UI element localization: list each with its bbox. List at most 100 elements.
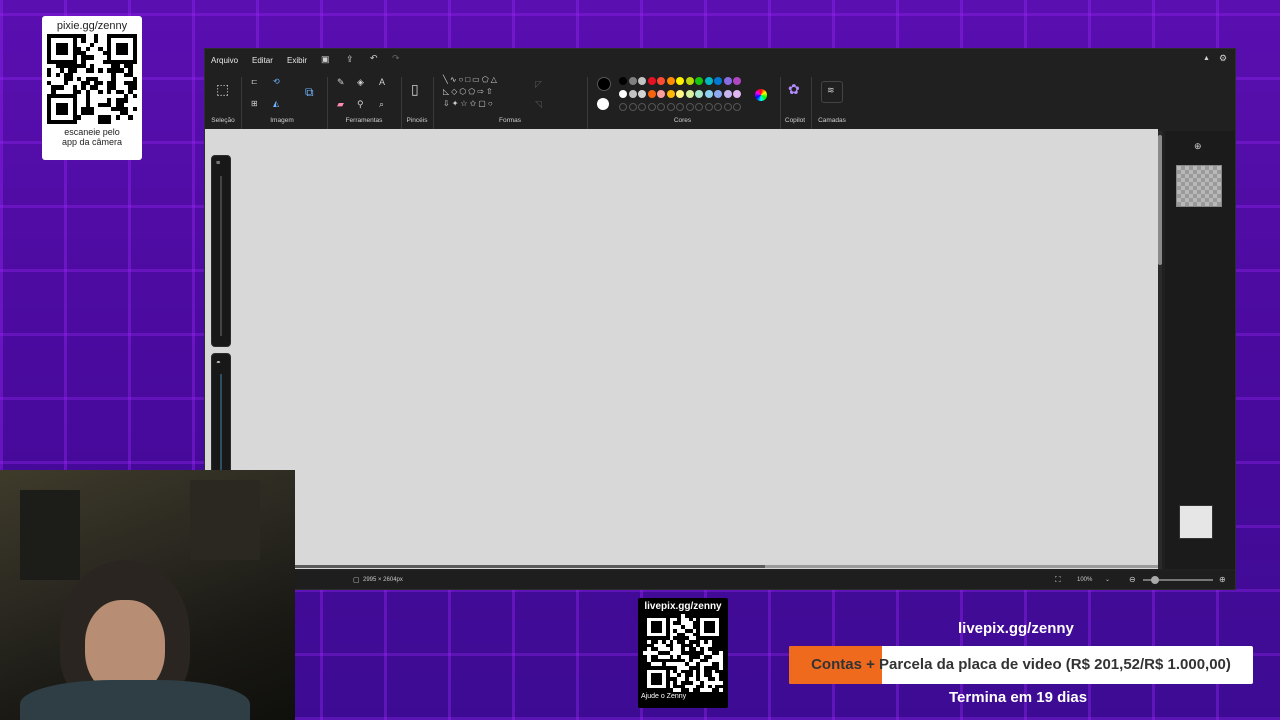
shapes-row1-icon[interactable]: ╲∿○□▭⬠△ xyxy=(443,75,499,84)
eraser-icon[interactable]: ▰ xyxy=(337,99,344,110)
color-swatch[interactable] xyxy=(666,103,675,111)
undo-icon[interactable]: ↶ xyxy=(370,53,378,64)
layers-button[interactable]: ≋ xyxy=(821,81,843,103)
drawing-canvas[interactable] xyxy=(205,129,1158,569)
webcam-background-object xyxy=(190,480,260,560)
color-swatch[interactable] xyxy=(714,90,722,98)
status-bar: ▢ 2995 × 2604px ⛶ 100% ⌄ ⊖ ⊕ xyxy=(205,571,1235,589)
image-select-icon[interactable]: ⧉ xyxy=(305,85,314,100)
zoom-in-icon[interactable]: ⊕ xyxy=(1219,575,1226,584)
divider xyxy=(327,77,328,133)
color-swatch[interactable] xyxy=(714,103,722,111)
webcam-feed xyxy=(0,470,295,720)
fill-icon[interactable]: ◈ xyxy=(357,77,364,88)
color-swatch[interactable] xyxy=(704,103,713,111)
opacity-slider[interactable]: ◓ xyxy=(211,353,231,475)
qr-caption: escaneie pelo app da câmera xyxy=(42,127,142,147)
zoom-slider-thumb[interactable] xyxy=(1151,576,1159,584)
color-swatch[interactable] xyxy=(657,77,665,85)
brush-icon[interactable]: ▯ xyxy=(411,81,419,98)
color-swatch[interactable] xyxy=(657,90,665,98)
color-swatch[interactable] xyxy=(733,77,741,85)
color-swatch[interactable] xyxy=(714,77,722,85)
qr-card-bottom: livepix.gg/zenny Ajude o Zenny xyxy=(638,598,728,708)
color-swatch[interactable] xyxy=(676,77,684,85)
zoom-slider[interactable] xyxy=(1143,576,1213,584)
copilot-icon[interactable]: ✿ xyxy=(788,81,800,98)
divider xyxy=(401,77,402,133)
color-swatch[interactable] xyxy=(647,103,656,111)
settings-icon[interactable]: ⚙ xyxy=(1219,53,1227,64)
color-swatch[interactable] xyxy=(619,103,627,111)
color-swatch[interactable] xyxy=(666,77,675,85)
color-swatch[interactable] xyxy=(619,77,627,85)
shapes-row3-icon[interactable]: ⇩✦☆✩▢○ xyxy=(443,99,495,108)
crop-icon[interactable]: ⊏ xyxy=(251,77,258,86)
pencil-icon[interactable]: ✎ xyxy=(337,77,345,88)
color-swatch[interactable] xyxy=(685,90,694,98)
color-swatch[interactable] xyxy=(619,90,627,98)
color-picker-icon[interactable]: ⚲ xyxy=(357,99,364,110)
flip-icon[interactable]: ◭ xyxy=(273,99,279,108)
color-swatch[interactable] xyxy=(695,90,703,98)
color-swatch[interactable] xyxy=(638,77,646,85)
color-swatch[interactable] xyxy=(638,103,646,111)
zoom-dropdown-icon[interactable]: ⌄ xyxy=(1105,576,1110,583)
color-swatch[interactable] xyxy=(723,77,732,85)
menu-exibir[interactable]: Exibir xyxy=(287,56,307,65)
magnifier-icon[interactable]: ⌕ xyxy=(379,99,384,110)
color-swatch[interactable] xyxy=(647,90,656,98)
outline-icon[interactable]: ◸ xyxy=(535,79,542,90)
account-icon[interactable]: ▲ xyxy=(1203,55,1210,62)
canvas-dimensions: 2995 × 2604px xyxy=(363,577,403,583)
color-swatch[interactable] xyxy=(733,90,741,98)
color-swatch[interactable] xyxy=(628,90,637,98)
color-swatch[interactable] xyxy=(685,103,694,111)
color-swatch[interactable] xyxy=(723,90,732,98)
color-swatch[interactable] xyxy=(628,103,637,111)
group-label-copilot: Copilot xyxy=(784,117,806,124)
color-swatch[interactable] xyxy=(676,103,684,111)
color-swatch[interactable] xyxy=(657,103,665,111)
add-layer-icon[interactable]: ⊕ xyxy=(1194,141,1202,152)
zoom-level[interactable]: 100% xyxy=(1077,577,1092,583)
color-swatch[interactable] xyxy=(647,77,656,85)
divider xyxy=(241,77,242,133)
qr-code xyxy=(47,34,137,124)
rotate-icon[interactable]: ⟲ xyxy=(273,77,280,86)
primary-color[interactable] xyxy=(597,77,611,91)
resize-icon[interactable]: ⊞ xyxy=(251,99,258,108)
selection-icon[interactable]: ⬚ xyxy=(216,81,229,98)
save-icon[interactable]: ▣ xyxy=(321,54,330,65)
horizontal-scrollbar[interactable] xyxy=(295,565,1158,568)
fit-to-window-icon[interactable]: ⛶ xyxy=(1055,575,1061,585)
color-swatch[interactable] xyxy=(628,77,637,85)
redo-icon[interactable]: ↷ xyxy=(392,53,400,64)
horizontal-scroll-thumb[interactable] xyxy=(295,565,765,568)
brush-size-slider[interactable]: ≡ xyxy=(211,155,231,347)
color-swatch[interactable] xyxy=(704,90,713,98)
color-swatch[interactable] xyxy=(723,103,732,111)
layer-thumbnail[interactable] xyxy=(1176,165,1222,207)
shape-fill-icon[interactable]: ◹ xyxy=(535,99,542,110)
color-swatch[interactable] xyxy=(666,90,675,98)
background-layer-thumbnail[interactable] xyxy=(1179,505,1213,539)
text-icon[interactable]: A xyxy=(379,77,385,87)
menu-arquivo[interactable]: Arquivo xyxy=(211,56,238,65)
qr-caption-line1: escaneie pelo xyxy=(64,127,120,137)
edit-colors-icon[interactable] xyxy=(755,89,767,101)
zoom-out-icon[interactable]: ⊖ xyxy=(1129,575,1136,584)
color-swatch[interactable] xyxy=(704,77,713,85)
color-swatch[interactable] xyxy=(638,90,646,98)
color-swatch[interactable] xyxy=(695,77,703,85)
vertical-scrollbar[interactable] xyxy=(1158,131,1162,569)
shapes-row2-icon[interactable]: ◺◇⬡⬠⇨⇧ xyxy=(443,87,495,96)
menu-editar[interactable]: Editar xyxy=(252,56,273,65)
color-swatch[interactable] xyxy=(733,103,741,111)
vertical-scroll-thumb[interactable] xyxy=(1158,135,1162,265)
secondary-color[interactable] xyxy=(597,98,609,110)
color-swatch[interactable] xyxy=(685,77,694,85)
color-swatch[interactable] xyxy=(676,90,684,98)
share-icon[interactable]: ⇪ xyxy=(346,54,354,65)
color-swatch[interactable] xyxy=(695,103,703,111)
